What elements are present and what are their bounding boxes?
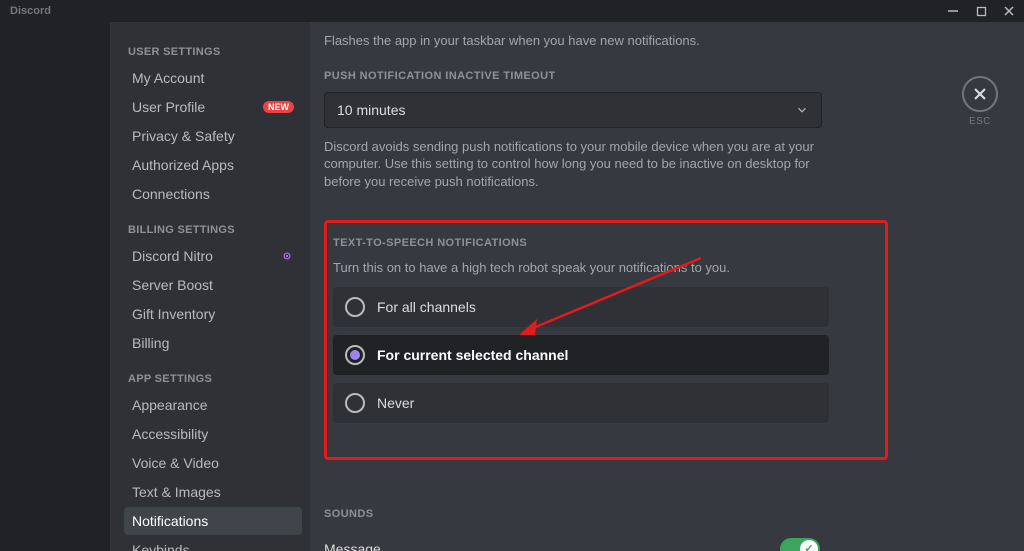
sidebar-item-gift-inventory[interactable]: Gift Inventory [124, 300, 302, 328]
new-badge: NEW [263, 101, 294, 113]
push-timeout-value: 10 minutes [337, 102, 405, 118]
nitro-icon [280, 249, 294, 263]
sidebar-item-text-images[interactable]: Text & Images [124, 478, 302, 506]
sounds-title: SOUNDS [324, 508, 930, 520]
sidebar-item-billing[interactable]: Billing [124, 329, 302, 357]
toggle-message-sound[interactable]: ✓ [780, 538, 820, 551]
sidebar-item-notifications[interactable]: Notifications [124, 507, 302, 535]
chevron-down-icon [795, 103, 809, 117]
left-gap [0, 22, 110, 551]
radio-icon [345, 393, 365, 413]
sidebar-item-my-account[interactable]: My Account [124, 64, 302, 92]
radio-icon [345, 345, 365, 365]
radio-icon [345, 297, 365, 317]
settings-sidebar: USER SETTINGS My Account User Profile NE… [110, 22, 310, 551]
app-name: Discord [10, 5, 51, 17]
sidebar-item-keybinds[interactable]: Keybinds [124, 536, 302, 551]
tts-title: TEXT-TO-SPEECH NOTIFICATIONS [333, 237, 865, 249]
sidebar-item-appearance[interactable]: Appearance [124, 391, 302, 419]
tts-radio-current-channel[interactable]: For current selected channel [333, 335, 829, 375]
tts-description: Turn this on to have a high tech robot s… [333, 259, 865, 277]
tts-radio-never[interactable]: Never [333, 383, 829, 423]
titlebar: Discord [0, 0, 1024, 22]
push-timeout-title: PUSH NOTIFICATION INACTIVE TIMEOUT [324, 70, 930, 82]
close-settings-button[interactable] [962, 76, 998, 112]
sidebar-category-user: USER SETTINGS [128, 46, 302, 58]
sidebar-item-accessibility[interactable]: Accessibility [124, 420, 302, 448]
sidebar-item-connections[interactable]: Connections [124, 180, 302, 208]
tts-highlight-box: TEXT-TO-SPEECH NOTIFICATIONS Turn this o… [324, 220, 888, 460]
sidebar-item-voice-video[interactable]: Voice & Video [124, 449, 302, 477]
window-minimize-icon[interactable] [946, 4, 960, 18]
esc-label: ESC [962, 116, 998, 127]
sidebar-item-discord-nitro[interactable]: Discord Nitro [124, 242, 302, 270]
push-timeout-description: Discord avoids sending push notification… [324, 138, 822, 191]
push-timeout-select[interactable]: 10 minutes [324, 92, 822, 128]
sidebar-item-authorized-apps[interactable]: Authorized Apps [124, 151, 302, 179]
sidebar-item-user-profile[interactable]: User Profile NEW [124, 93, 302, 121]
sidebar-item-server-boost[interactable]: Server Boost [124, 271, 302, 299]
tts-radio-all-channels[interactable]: For all channels [333, 287, 829, 327]
sidebar-category-billing: BILLING SETTINGS [128, 224, 302, 236]
sidebar-category-app: APP SETTINGS [128, 373, 302, 385]
sound-row-message: Message ✓ [324, 530, 820, 551]
check-icon: ✓ [800, 540, 818, 551]
window-maximize-icon[interactable] [974, 4, 988, 18]
taskbar-flash-description: Flashes the app in your taskbar when you… [324, 32, 930, 50]
window-close-icon[interactable] [1002, 4, 1016, 18]
sidebar-item-privacy-safety[interactable]: Privacy & Safety [124, 122, 302, 150]
